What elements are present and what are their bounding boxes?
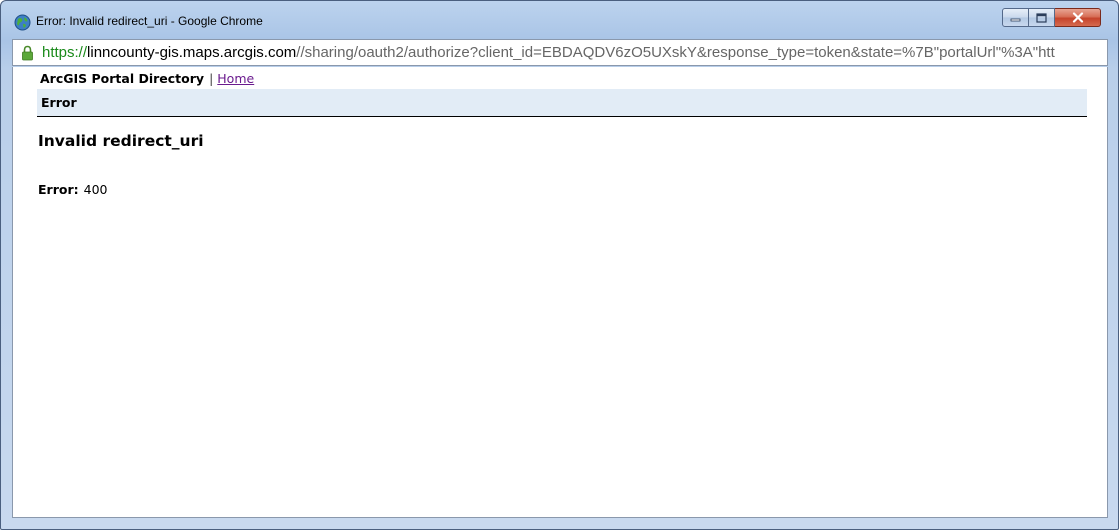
home-link[interactable]: Home: [217, 71, 254, 86]
globe-icon: [14, 14, 31, 31]
error-header-label: Error: [41, 95, 77, 110]
window-controls: [1002, 8, 1101, 28]
page-content: ArcGIS Portal Directory | Home Error Inval…: [12, 67, 1108, 518]
lock-icon[interactable]: [21, 45, 34, 61]
error-header-band: Error: [37, 89, 1087, 117]
error-code-label: Error:: [38, 182, 79, 197]
url-text[interactable]: https://linncounty-gis.maps.arcgis.com//…: [42, 44, 1055, 61]
url-scheme: https://: [42, 44, 88, 61]
portal-directory-label: ArcGIS Portal Directory: [40, 71, 205, 86]
error-code-line: Error: 400: [38, 182, 107, 197]
page-title: Invalid redirect_uri: [38, 132, 204, 150]
minimize-icon: [1010, 18, 1021, 21]
browser-window: Error: Invalid redirect_uri - Google Chr…: [0, 0, 1119, 530]
maximize-button[interactable]: [1029, 8, 1055, 27]
minimize-button[interactable]: [1002, 8, 1029, 27]
maximize-icon: [1036, 12, 1047, 23]
url-path: //sharing/oauth2/authorize?client_id=EBD…: [296, 44, 1055, 61]
url-host: linncounty-gis.maps.arcgis.com: [87, 44, 297, 61]
breadcrumb: ArcGIS Portal Directory | Home: [40, 71, 254, 86]
close-icon: [1072, 12, 1083, 23]
address-bar[interactable]: https://linncounty-gis.maps.arcgis.com//…: [12, 39, 1108, 66]
error-code-value: 400: [83, 182, 108, 197]
breadcrumb-separator: |: [209, 71, 214, 86]
title-bar[interactable]: Error: Invalid redirect_uri - Google Chr…: [1, 1, 1118, 37]
window-title: Error: Invalid redirect_uri - Google Chr…: [36, 14, 263, 28]
close-button[interactable]: [1055, 8, 1101, 27]
